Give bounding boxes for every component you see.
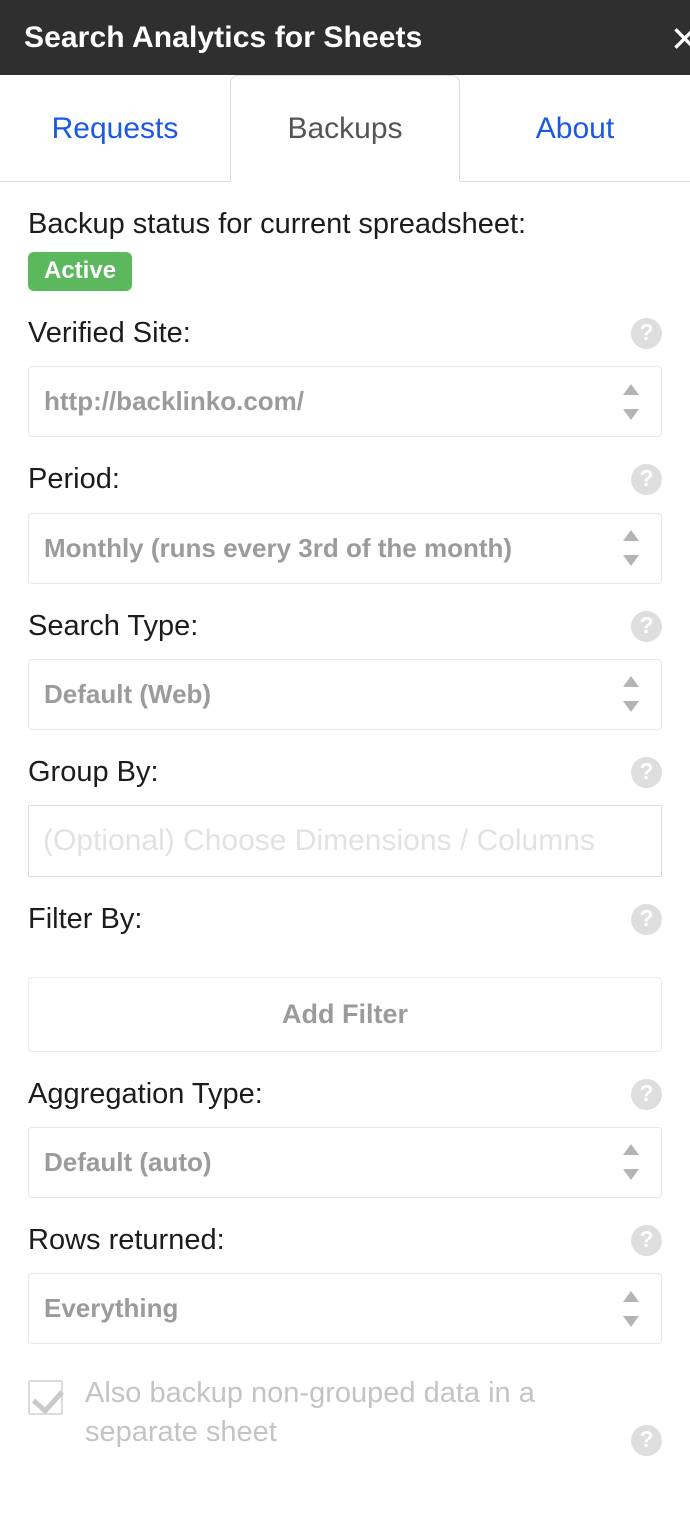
help-icon[interactable]: ?	[631, 610, 662, 642]
backup-status-label: Backup status for current spreadsheet:	[28, 208, 527, 240]
verified-site-select[interactable]: http://backlinko.com/	[28, 366, 662, 438]
aggregation-type-control: Default (auto)	[28, 1126, 662, 1198]
tab-backups-label: Backups	[287, 111, 403, 145]
help-icon[interactable]: ?	[631, 1425, 662, 1457]
field-group-by: Group By: ? (Optional) Choose Dimensions…	[28, 756, 662, 878]
help-icon-glyph: ?	[639, 905, 654, 932]
help-icon-glyph: ?	[639, 758, 654, 785]
help-icon-glyph: ?	[639, 1426, 654, 1453]
aggregation-type-select[interactable]: Default (auto)	[28, 1126, 662, 1198]
field-search-type-header: Search Type: ?	[28, 610, 662, 643]
help-icon[interactable]: ?	[631, 904, 662, 936]
add-filter-button[interactable]: Add Filter	[28, 976, 662, 1052]
help-icon-glyph: ?	[639, 1226, 654, 1253]
field-filter-by: Filter By: ? Add Filter	[28, 903, 662, 1052]
help-icon[interactable]: ?	[631, 1225, 662, 1257]
period-label: Period:	[28, 463, 120, 496]
group-by-control: (Optional) Choose Dimensions / Columns	[28, 805, 662, 878]
field-search-type: Search Type: ? Default (Web)	[28, 610, 662, 730]
field-rows-returned: Rows returned: ? Everything	[28, 1224, 662, 1345]
period-select[interactable]: Monthly (runs every 3rd of the month)	[28, 512, 662, 584]
tab-requests[interactable]: Requests	[0, 75, 230, 182]
help-icon-glyph: ?	[639, 611, 654, 638]
search-type-control: Default (Web)	[28, 658, 662, 730]
non-grouped-backup-row: Also backup non-grouped data in a separa…	[28, 1374, 662, 1457]
rows-returned-control: Everything	[28, 1273, 662, 1345]
search-type-label: Search Type:	[28, 609, 199, 642]
field-filter-by-header: Filter By: ?	[28, 903, 662, 936]
field-period-header: Period: ?	[28, 463, 662, 496]
help-icon-glyph: ?	[639, 319, 654, 346]
tab-bar: Requests Backups About	[0, 75, 690, 182]
help-icon[interactable]: ?	[631, 1078, 662, 1110]
help-icon-glyph: ?	[639, 1079, 654, 1106]
group-by-input[interactable]: (Optional) Choose Dimensions / Columns	[28, 805, 662, 878]
help-icon-glyph: ?	[639, 465, 654, 492]
tab-backups[interactable]: Backups	[230, 75, 460, 182]
help-icon[interactable]: ?	[631, 318, 662, 350]
tab-requests-label: Requests	[51, 111, 179, 145]
rows-returned-select[interactable]: Everything	[28, 1273, 662, 1345]
aggregation-type-label: Aggregation Type:	[28, 1077, 263, 1110]
tab-about-label: About	[535, 111, 615, 145]
field-rows-returned-header: Rows returned: ?	[28, 1224, 662, 1257]
group-by-placeholder: (Optional) Choose Dimensions / Columns	[43, 824, 595, 858]
help-icon[interactable]: ?	[631, 757, 662, 789]
field-group-by-header: Group By: ?	[28, 756, 662, 789]
backups-panel: Backup status for current spreadsheet: A…	[0, 208, 690, 1457]
field-period: Period: ? Monthly (runs every 3rd of the…	[28, 463, 662, 584]
non-grouped-backup-label: Also backup non-grouped data in a separa…	[85, 1377, 535, 1449]
period-control: Monthly (runs every 3rd of the month)	[28, 512, 662, 584]
group-by-label: Group By:	[28, 755, 159, 788]
verified-site-label: Verified Site:	[28, 316, 191, 349]
field-verified-site-header: Verified Site: ?	[28, 317, 662, 350]
verified-site-control: http://backlinko.com/	[28, 366, 662, 438]
search-type-select[interactable]: Default (Web)	[28, 658, 662, 730]
app-title: Search Analytics for Sheets	[24, 20, 423, 54]
field-aggregation-type: Aggregation Type: ? Default (auto)	[28, 1078, 662, 1198]
close-icon[interactable]: ×	[671, 15, 690, 61]
help-icon[interactable]: ?	[631, 464, 662, 496]
field-verified-site: Verified Site: ? http://backlinko.com/	[28, 317, 662, 438]
field-aggregation-type-header: Aggregation Type: ?	[28, 1078, 662, 1111]
tab-about[interactable]: About	[460, 75, 690, 182]
rows-returned-label: Rows returned:	[28, 1223, 225, 1256]
non-grouped-backup-checkbox[interactable]	[28, 1380, 63, 1416]
app-titlebar: Search Analytics for Sheets ×	[0, 0, 690, 75]
filter-by-label: Filter By:	[28, 903, 143, 936]
status-badge: Active	[28, 251, 133, 291]
